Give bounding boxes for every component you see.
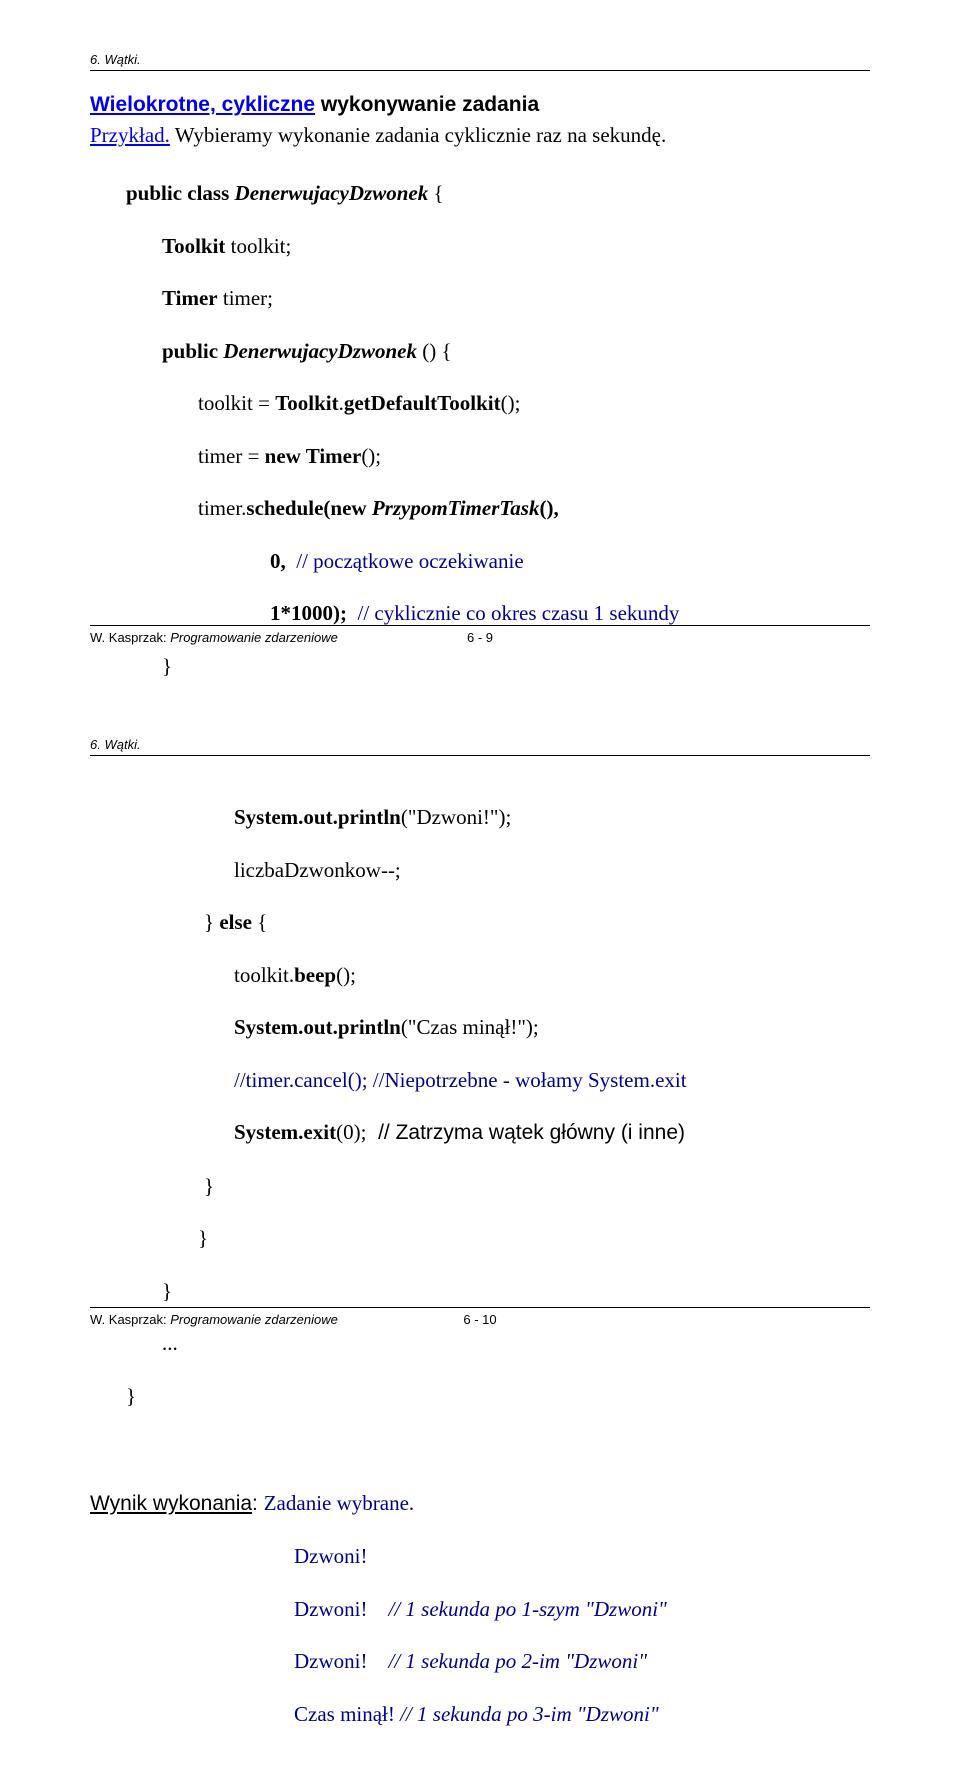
page-1: 6. Wątki. Wielokrotne, cykliczne wykonyw… <box>0 0 960 685</box>
example-text: Wybieramy wykonanie zadania cyklicznie r… <box>170 123 666 147</box>
sysout2: System.out. <box>234 1015 338 1039</box>
section-heading: Wielokrotne, cykliczne wykonywanie zadan… <box>90 93 870 117</box>
var-toolkit: toolkit; <box>225 234 291 258</box>
str-czas: ("Czas minął!"); <box>401 1015 539 1039</box>
result-4a: Dzwoni! <box>294 1649 367 1673</box>
paren: (); <box>501 391 521 415</box>
sysout: System.out. <box>234 805 338 829</box>
comment-cyclic: // cyklicznie co okres czasu 1 sekundy <box>347 601 679 625</box>
paren-comma: (), <box>539 496 558 520</box>
kw-timer: Timer <box>162 286 218 310</box>
brace-c1: } <box>204 1174 214 1198</box>
result-block: Wynik wykonania: Zadanie wybrane. Dzwoni… <box>90 1464 870 1780</box>
kw-new-timer: new Timer <box>265 444 362 468</box>
page-header: 6. Wątki. <box>90 52 870 71</box>
brace-c4: } <box>126 1384 136 1408</box>
exit-arg: (0); <box>336 1120 366 1144</box>
code-block-2: System.out.println("Dzwoni!"); liczbaDzw… <box>90 778 870 1462</box>
toolkit-dot2: toolkit. <box>234 963 294 987</box>
result-3b: // 1 sekunda po 1-szym "Dzwoni" <box>367 1597 666 1621</box>
comment-exit: // Zatrzyma wątek główny (i inne) <box>366 1121 685 1144</box>
decr-liczba: liczbaDzwonkow--; <box>234 858 401 882</box>
beep-paren2: (); <box>336 963 356 987</box>
kw-public-class: public class <box>126 181 235 205</box>
result-5a: Czas minął! <box>294 1702 395 1726</box>
var-timer: timer; <box>218 286 273 310</box>
brace-else2: { <box>252 910 267 934</box>
assign-timer: timer = <box>198 444 265 468</box>
ctor-name: DenerwujacyDzwonek <box>223 339 417 363</box>
str-dzwoni: ("Dzwoni!"); <box>401 805 511 829</box>
system: System. <box>234 1120 303 1144</box>
result-label: Wynik wykonania <box>90 1492 252 1515</box>
result-5b: // 1 sekunda po 3-im "Dzwoni" <box>395 1702 659 1726</box>
brace-else1: } <box>204 910 219 934</box>
comment-cancel: //Niepotrzebne - wołamy System.exit <box>373 1068 687 1092</box>
brace-c2: } <box>198 1226 208 1250</box>
brace-close: } <box>162 654 172 678</box>
m-println2: println <box>338 1015 401 1039</box>
result-1: Zadanie wybrane. <box>264 1491 414 1515</box>
cancel-paren: (); <box>348 1068 373 1092</box>
paren2: (); <box>361 444 381 468</box>
footer-author-2: W. Kasprzak: <box>90 1312 170 1327</box>
cls-denerwujacy: DenerwujacyDzwonek <box>235 181 429 205</box>
result-colon: : <box>252 1492 264 1515</box>
arg-1000: 1*1000); <box>270 601 347 625</box>
m-println: println <box>338 805 401 829</box>
example-label: Przykład. <box>90 123 170 147</box>
kw-else: else <box>219 910 252 934</box>
heading-plain: wykonywanie zadania <box>315 93 539 116</box>
timer-dot: timer. <box>198 496 246 520</box>
page-footer-1: W. Kasprzak: Programowanie zdarzeniowe 6… <box>90 625 870 645</box>
footer-title-2: Programowanie zdarzeniowe <box>170 1312 338 1327</box>
result-2: Dzwoni! <box>294 1544 367 1568</box>
footer-title: Programowanie zdarzeniowe <box>170 630 338 645</box>
brace: { <box>428 181 443 205</box>
arg-0: 0, <box>270 549 286 573</box>
page-header-2: 6. Wątki. <box>90 737 870 756</box>
kw-toolkit: Toolkit <box>162 234 225 258</box>
ctor-paren: () { <box>417 339 452 363</box>
ellipsis: ... <box>162 1331 178 1355</box>
m-cancel: cancel <box>294 1068 348 1092</box>
m-getdefault: getDefaultToolkit <box>344 391 501 415</box>
page-number-2: 6 - 10 <box>463 1312 496 1327</box>
assign-toolkit: toolkit = <box>198 391 275 415</box>
heading-link: Wielokrotne, cykliczne <box>90 93 315 116</box>
kw-public: public <box>162 339 223 363</box>
footer-author: W. Kasprzak: <box>90 630 170 645</box>
kw-toolkit-cls: Toolkit <box>275 391 338 415</box>
result-4b: // 1 sekunda po 2-im "Dzwoni" <box>367 1649 647 1673</box>
timer-dot2: timer. <box>246 1068 294 1092</box>
example-line: Przykład. Wybieramy wykonanie zadania cy… <box>90 123 870 148</box>
page-footer-2: W. Kasprzak: Programowanie zdarzeniowe 6… <box>90 1307 870 1327</box>
m-beep2: beep <box>294 963 336 987</box>
slash-c: // <box>234 1068 246 1092</box>
page-number-1: 6 - 9 <box>467 630 493 645</box>
page-2: 6. Wątki. System.out.println("Dzwoni!");… <box>0 685 960 1367</box>
m-schedule: schedule(new <box>246 496 371 520</box>
comment-initial: // początkowe oczekiwanie <box>286 549 524 573</box>
m-exit: exit <box>303 1120 336 1144</box>
cls-przypom: PrzypomTimerTask <box>372 496 540 520</box>
brace-c3: } <box>162 1279 172 1303</box>
result-3a: Dzwoni! <box>294 1597 367 1621</box>
